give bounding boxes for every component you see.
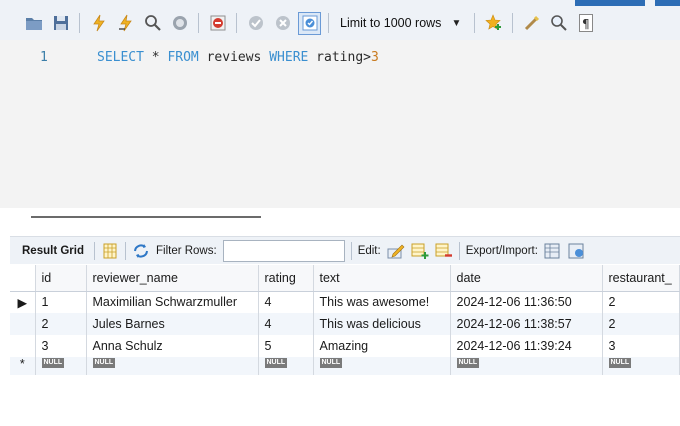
cell-reviewer-name[interactable]: Maximilian Schwarzmuller <box>86 291 259 313</box>
column-header-date[interactable]: date <box>450 265 603 292</box>
column-header-restaurant[interactable]: restaurant_ <box>602 265 680 292</box>
cell-date[interactable]: 2024-12-06 11:38:57 <box>450 313 603 335</box>
line-number: 1 <box>40 50 48 65</box>
add-row-icon[interactable] <box>411 242 429 260</box>
export-icon[interactable] <box>544 242 562 260</box>
panel-splitter-area <box>0 208 680 238</box>
cell-date[interactable]: 2024-12-06 11:36:50 <box>450 291 603 313</box>
number-literal: 3 <box>370 50 379 65</box>
autocommit-toggle-icon[interactable] <box>298 11 321 35</box>
chevron-down-icon[interactable]: ▼ <box>451 18 461 29</box>
sql-editor[interactable]: 1 SELECT * FROM reviews WHERE rating>3 <box>0 40 680 208</box>
cell-restaurant[interactable]: 2 <box>602 291 680 313</box>
column-header-id[interactable]: id <box>35 265 87 292</box>
import-icon[interactable] <box>568 242 586 260</box>
svg-text:¶: ¶ <box>582 17 590 31</box>
new-row[interactable]: * NULL NULL NULL NULL NULL NULL <box>10 357 680 375</box>
cell-rating[interactable]: 4 <box>258 291 314 313</box>
refresh-icon[interactable] <box>132 242 150 260</box>
current-row-marker: ▶ <box>10 291 36 313</box>
keyword-where: WHERE <box>269 50 309 65</box>
explain-icon[interactable] <box>141 12 164 35</box>
result-grid[interactable]: id reviewer_name rating text date restau… <box>10 265 680 375</box>
beautify-icon[interactable] <box>520 12 543 35</box>
sql-editor-toolbar: Limit to 1000 rows ▼ ¶ <box>0 6 680 40</box>
table-row[interactable]: ▶ 1 Maximilian Schwarzmuller 4 This was … <box>10 291 680 313</box>
cell-restaurant[interactable]: 3 <box>602 335 680 357</box>
tab-result-grid[interactable]: Result Grid <box>14 245 88 257</box>
execute-icon[interactable] <box>87 12 110 35</box>
cell-text[interactable]: NULL <box>313 357 451 375</box>
column-header-text[interactable]: text <box>313 265 451 292</box>
row-marker <box>10 313 36 335</box>
cell-rating[interactable]: 5 <box>258 335 314 357</box>
column-header-reviewer-name[interactable]: reviewer_name <box>86 265 259 292</box>
limit-rows-select[interactable]: Limit to 1000 rows <box>340 16 441 30</box>
cell-rating[interactable]: NULL <box>258 357 314 375</box>
null-badge: NULL <box>608 358 632 368</box>
add-snippet-icon[interactable] <box>482 12 505 35</box>
cell-id[interactable]: 3 <box>35 335 87 357</box>
cell-restaurant[interactable]: NULL <box>602 357 680 375</box>
commit-icon[interactable] <box>244 12 267 35</box>
sql-query[interactable]: SELECT * FROM reviews WHERE rating>3 <box>97 50 379 65</box>
cell-rating[interactable]: 4 <box>258 313 314 335</box>
keyword-from: FROM <box>167 50 199 65</box>
invisible-chars-icon[interactable]: ¶ <box>574 12 597 35</box>
cell-date[interactable]: 2024-12-06 11:39:24 <box>450 335 603 357</box>
find-icon[interactable] <box>547 12 570 35</box>
star-token: * <box>143 50 168 65</box>
cell-text[interactable]: This was awesome! <box>313 291 451 313</box>
grid-header-row: id reviewer_name rating text date restau… <box>10 265 680 292</box>
null-badge: NULL <box>319 358 343 368</box>
null-badge: NULL <box>264 358 288 368</box>
export-import-label: Export/Import: <box>465 244 538 257</box>
cell-id[interactable]: 2 <box>35 313 87 335</box>
delete-row-icon[interactable] <box>435 242 453 260</box>
new-row-marker: * <box>10 357 36 375</box>
row-marker <box>10 335 36 357</box>
null-badge: NULL <box>456 358 480 368</box>
save-icon[interactable] <box>49 12 72 35</box>
table-row[interactable]: 3 Anna Schulz 5 Amazing 2024-12-06 11:39… <box>10 335 680 357</box>
cell-id[interactable]: NULL <box>35 357 87 375</box>
null-badge: NULL <box>92 358 116 368</box>
horizontal-scrollbar[interactable] <box>31 216 261 218</box>
open-folder-icon[interactable] <box>22 12 45 35</box>
column-header-rating[interactable]: rating <box>258 265 314 292</box>
row-marker-header <box>10 265 36 292</box>
cell-reviewer-name[interactable]: Jules Barnes <box>86 313 259 335</box>
stop-icon[interactable] <box>168 12 191 35</box>
cell-text[interactable]: This was delicious <box>313 313 451 335</box>
condition-token: rating> <box>308 50 371 65</box>
keyword-select: SELECT <box>97 50 144 65</box>
cell-id[interactable]: 1 <box>35 291 87 313</box>
cell-restaurant[interactable]: 2 <box>602 313 680 335</box>
grid-layout-icon[interactable] <box>101 242 119 260</box>
execute-current-icon[interactable] <box>114 12 137 35</box>
cell-text[interactable]: Amazing <box>313 335 451 357</box>
table-row[interactable]: 2 Jules Barnes 4 This was delicious 2024… <box>10 313 680 335</box>
stop-on-error-icon[interactable] <box>206 12 229 35</box>
filter-rows-input[interactable] <box>222 239 345 262</box>
filter-rows-label: Filter Rows: <box>155 244 217 257</box>
edit-label: Edit: <box>357 244 381 257</box>
null-badge: NULL <box>41 358 65 368</box>
cell-date[interactable]: NULL <box>450 357 603 375</box>
table-name: reviews <box>198 50 270 65</box>
result-toolbar: Result Grid Filter Rows: Edit: Export/Im… <box>10 236 680 264</box>
cell-reviewer-name[interactable]: NULL <box>86 357 259 375</box>
edit-row-icon[interactable] <box>387 242 405 260</box>
cell-reviewer-name[interactable]: Anna Schulz <box>86 335 259 357</box>
rollback-icon[interactable] <box>271 12 294 35</box>
